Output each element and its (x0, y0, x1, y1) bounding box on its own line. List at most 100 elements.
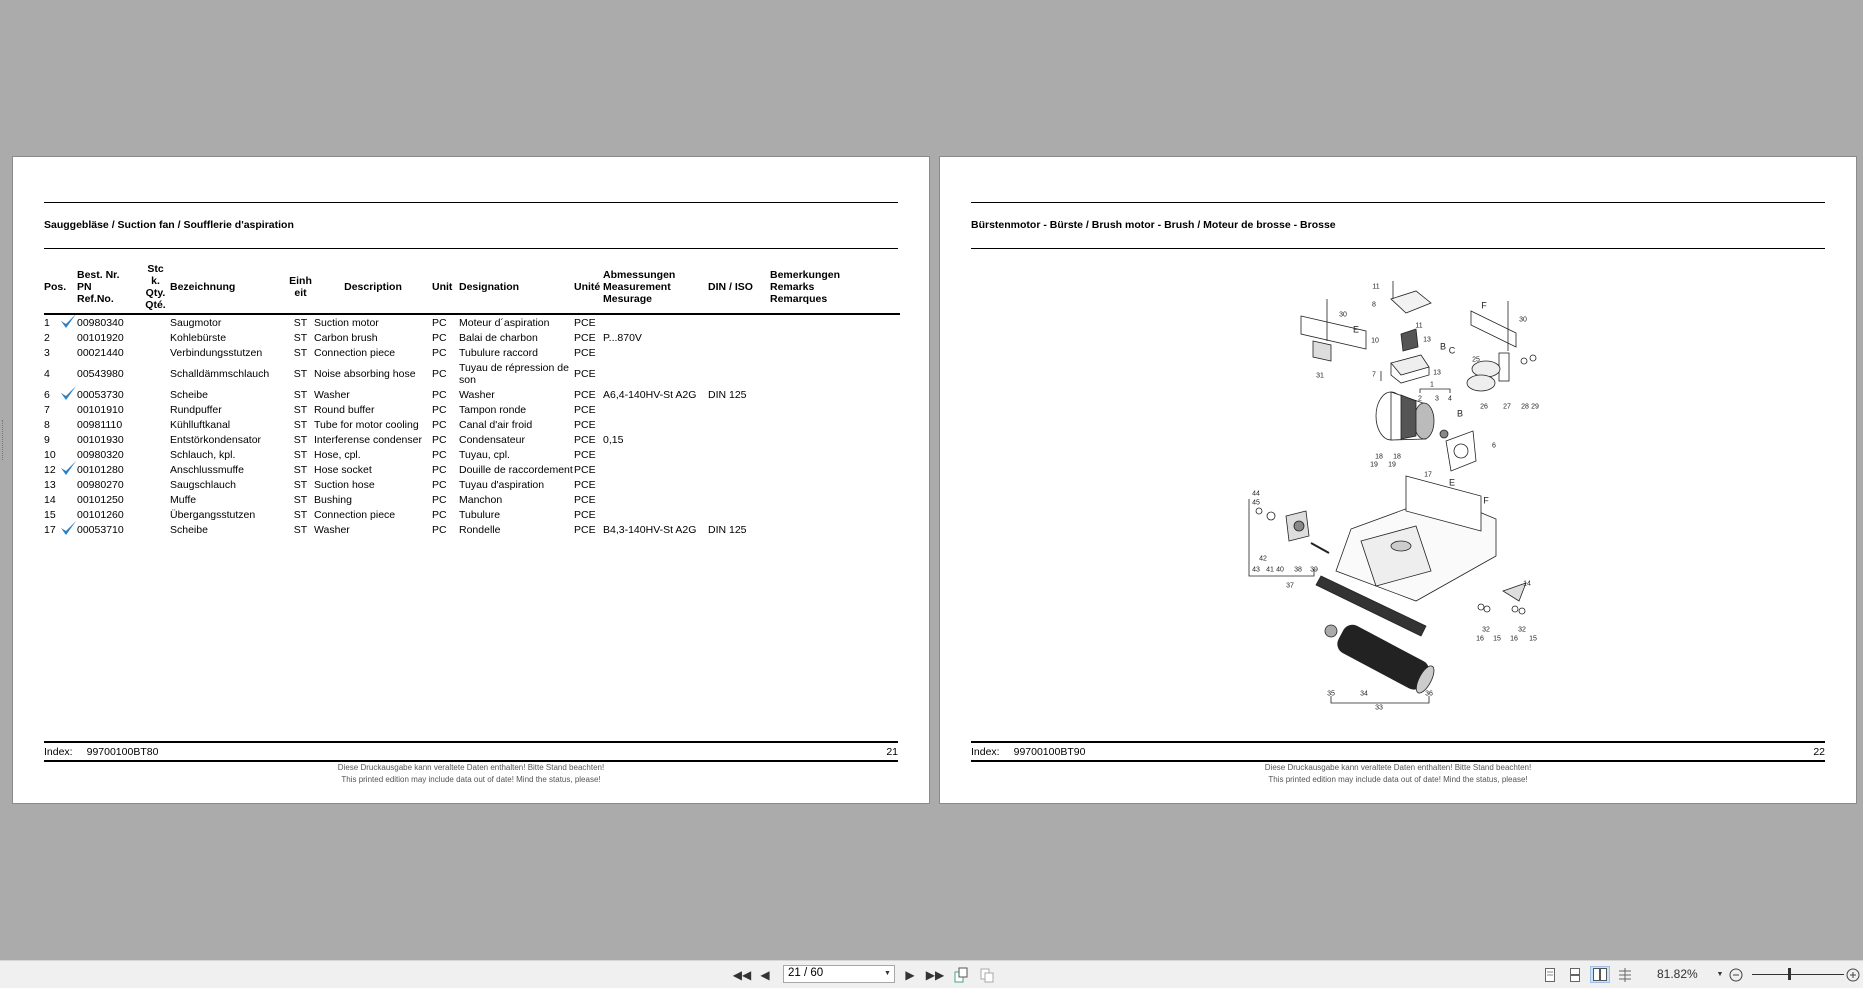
cell-qty (141, 417, 170, 432)
diagram-callout: 2 (1418, 396, 1422, 403)
diagram-callout: 28 (1521, 404, 1529, 411)
col-measurement: Abmessungen Measurement Mesurage (603, 263, 708, 315)
cell-nr: 00980270 (77, 478, 124, 491)
cell-qty (141, 432, 170, 447)
first-page-icon[interactable]: ◀◀ (733, 966, 751, 983)
cell-unit: PC (432, 316, 447, 329)
cell-des: Balai de charbon (459, 331, 538, 344)
cell-unite: PCE (574, 493, 596, 506)
cell-unit: PC (432, 508, 447, 521)
zoom-level[interactable]: 81.82% (1657, 967, 1698, 981)
diagram-callout: 14 (1523, 581, 1531, 588)
cell-abm (603, 417, 708, 432)
cell-qty (141, 507, 170, 522)
single-page-view-icon[interactable] (1543, 966, 1557, 983)
page-number-input[interactable]: 21 / 60 (783, 965, 895, 983)
footer-rule (44, 741, 898, 743)
cell-abm: 0,15 (603, 433, 624, 446)
cell-din (708, 402, 770, 417)
cell-rem (770, 314, 900, 330)
cell-rem (770, 345, 900, 360)
col-remarks: Bemerkungen Remarks Remarques (770, 263, 900, 315)
cell-unite: PCE (574, 418, 596, 431)
cell-nr: 00101920 (77, 331, 124, 344)
cell-pos: 7 (44, 403, 50, 416)
diagram-callout: 13 (1433, 370, 1441, 377)
cell-abm (603, 462, 708, 477)
two-page-view-icon[interactable] (1590, 966, 1610, 983)
page-dropdown-icon[interactable]: ▼ (884, 970, 891, 977)
diagram-callout: 16 (1476, 636, 1484, 643)
diagram-callout: 17 (1424, 472, 1432, 479)
cell-rem (770, 492, 900, 507)
table-row: 15 00101260 Übergangsstutzen ST Connection p… (44, 507, 900, 522)
diagram-callout: 1 (1430, 382, 1434, 389)
diagram-callout: 32 (1482, 627, 1490, 634)
page-number: 22 (1813, 746, 1825, 758)
cell-rem (770, 360, 900, 387)
zoom-slider-thumb[interactable] (1788, 968, 1791, 980)
cell-abm (603, 402, 708, 417)
section-title: Bürstenmotor - Bürste / Brush motor - Br… (971, 219, 1336, 231)
extract-pages-icon[interactable] (952, 966, 970, 983)
diagram-callout: 18 (1393, 454, 1401, 461)
cell-din (708, 492, 770, 507)
continuous-view-icon[interactable] (1568, 966, 1582, 983)
last-page-icon[interactable]: ▶▶ (926, 966, 944, 983)
cell-bez: Rundpuffer (170, 403, 222, 416)
diagram-callout: 37 (1286, 583, 1294, 590)
diagram-callout: 27 (1503, 404, 1511, 411)
table-header-row: Pos. Best. Nr. PN Ref.No. Stc k. Qty. Qté. Be… (44, 263, 900, 315)
table-row: 1 00980340 Saugmotor ST Suction motor PC Moteu… (44, 314, 900, 330)
cell-des: Canal d'air froid (459, 418, 533, 431)
cell-unit: PC (432, 478, 447, 491)
panel-resize-grip[interactable] (2, 420, 5, 460)
cell-qty (141, 477, 170, 492)
cell-bez: Verbindungsstutzen (170, 346, 263, 359)
zoom-out-icon[interactable] (1728, 966, 1744, 983)
diagram-callout: 3 (1435, 396, 1439, 403)
cell-desc: Carbon brush (314, 331, 378, 344)
cell-din (708, 477, 770, 492)
diagram-callout: E (1353, 325, 1359, 335)
cell-nr: 00021440 (77, 346, 124, 359)
cell-din (708, 314, 770, 330)
cell-qty (141, 447, 170, 462)
two-page-continuous-view-icon[interactable] (1617, 966, 1633, 983)
cell-des: Moteur d´aspiration (459, 316, 550, 329)
diagram-callout: 30 (1339, 312, 1347, 319)
cell-abm (603, 447, 708, 462)
diagram-callout: 11 (1415, 323, 1422, 330)
cell-des: Tubulure raccord (459, 346, 538, 359)
index-ref: Index: 99700100BT90 (971, 746, 1086, 758)
cell-unite: PCE (574, 367, 596, 380)
table-row: 13 00980270 Saugschlauch ST Suction hose PC Tu… (44, 477, 900, 492)
cell-abm: A6,4-140HV-St A2G (603, 388, 697, 401)
prev-page-icon[interactable]: ◀ (758, 966, 772, 983)
diagram-callout: 42 (1259, 556, 1267, 563)
insert-pages-icon[interactable] (978, 966, 996, 983)
cell-unit: PC (432, 403, 447, 416)
cell-unite: PCE (574, 388, 596, 401)
zoom-dropdown-icon[interactable]: ▼ (1716, 966, 1724, 983)
col-designation: Designation (459, 263, 574, 315)
cell-nr: 00980340 (61, 314, 141, 330)
zoom-slider[interactable] (1752, 974, 1844, 975)
diagram-callout: 11 (1372, 284, 1379, 291)
status-note-de: Diese Druckausgabe kann veraltete Daten … (337, 763, 605, 772)
cell-qty (141, 522, 170, 537)
next-page-icon[interactable]: ▶ (903, 966, 917, 983)
zoom-in-icon[interactable] (1845, 966, 1861, 983)
cell-einh: ST (293, 418, 308, 431)
footer-rule (971, 741, 1825, 743)
col-part-number: Best. Nr. PN Ref.No. (77, 263, 141, 315)
cell-unite: PCE (574, 523, 596, 536)
cell-din (708, 447, 770, 462)
cell-din (708, 330, 770, 345)
cell-unite: PCE (574, 331, 596, 344)
diagram-callout: 29 (1531, 404, 1539, 411)
table-row: 9 00101930 Entstörkondensator ST Interferens… (44, 432, 900, 447)
table-row: 17 00053710 Scheibe ST Washer PC Rondelle PCE B4… (44, 521, 900, 537)
diagram-callout: 33 (1375, 705, 1383, 712)
cell-qty (141, 360, 170, 387)
